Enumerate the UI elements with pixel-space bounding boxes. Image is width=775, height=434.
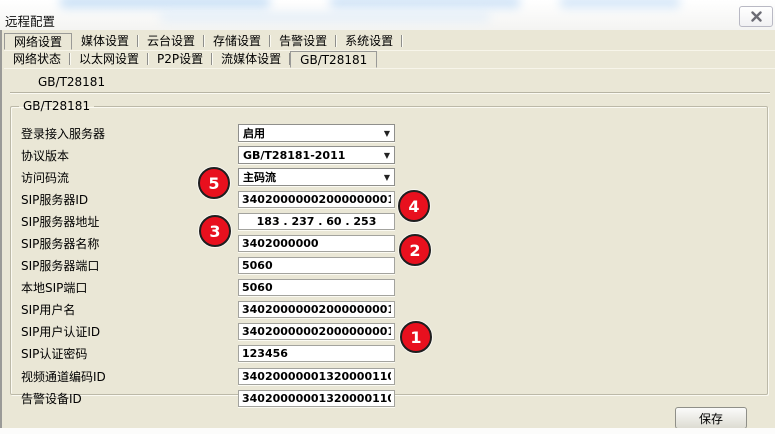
field-label: 告警设备ID: [11, 390, 238, 407]
sip-server-name-input[interactable]: [238, 235, 395, 252]
annotation-badge-2: 2: [399, 234, 431, 266]
select-value: 启用: [239, 125, 265, 141]
form-row-sip-auth-password: SIP认证密码: [11, 343, 767, 365]
groupbox-legend: GB/T28181: [19, 99, 94, 113]
local-sip-port-input[interactable]: [238, 279, 395, 296]
separator-line: [10, 92, 770, 94]
tab-alarm-settings[interactable]: 告警设置: [270, 33, 336, 50]
tab-system-settings[interactable]: 系统设置: [336, 33, 402, 50]
annotation-badge-5: 5: [198, 167, 230, 199]
alarm-device-id-input[interactable]: [238, 390, 395, 407]
form-row-sip-user-auth-id: SIP用户认证ID: [11, 321, 767, 343]
secondary-tab-bar: 网络状态 以太网设置 P2P设置 流媒体设置 GB/T28181: [4, 51, 775, 69]
blurred-background-artifact: [60, 0, 270, 8]
form-row-local-sip-port: 本地SIP端口: [11, 277, 767, 299]
form-row-video-channel-id: 视频通道编码ID: [11, 365, 767, 387]
window-bottom-edge: [0, 428, 775, 434]
tab-network-status[interactable]: 网络状态: [4, 51, 70, 68]
form-row-sip-username: SIP用户名: [11, 299, 767, 321]
sip-server-address-input[interactable]: [238, 213, 395, 230]
sip-server-id-input[interactable]: [238, 191, 395, 208]
dialog-title: 远程配置: [5, 11, 55, 30]
close-button[interactable]: [739, 6, 773, 27]
form-row-sip-server-name: SIP服务器名称: [11, 232, 767, 254]
form-row-protocol-version: 协议版本 GB/T28181-2011 ▼: [11, 144, 767, 166]
page-subheader: GB/T28181: [38, 75, 105, 89]
sip-user-auth-id-input[interactable]: [238, 323, 395, 340]
tab-streaming-media-settings[interactable]: 流媒体设置: [212, 51, 290, 68]
form-row-sip-server-port: SIP服务器端口: [11, 255, 767, 277]
access-stream-select[interactable]: 主码流 ▼: [238, 168, 395, 186]
tab-p2p-settings[interactable]: P2P设置: [148, 51, 212, 68]
remote-config-dialog: 远程配置 网络设置 媒体设置 云台设置 存储设置 告警设置 系统设置 网络状态 …: [0, 0, 775, 434]
form-row-sip-server-address: SIP服务器地址: [11, 210, 767, 232]
tab-gbt28181[interactable]: GB/T28181: [290, 51, 377, 68]
dialog-content: 网络设置 媒体设置 云台设置 存储设置 告警设置 系统设置 网络状态 以太网设置…: [0, 30, 775, 428]
login-access-server-select[interactable]: 启用 ▼: [238, 124, 395, 142]
form-rows: 登录接入服务器 启用 ▼ 协议版本 GB/T28181-2011 ▼ 访问码流: [11, 122, 767, 409]
sip-server-port-input[interactable]: [238, 257, 395, 274]
field-label: 登录接入服务器: [11, 125, 238, 142]
form-row-login-access-server: 登录接入服务器 启用 ▼: [11, 122, 767, 144]
sip-username-input[interactable]: [238, 301, 395, 318]
video-channel-id-input[interactable]: [238, 368, 395, 385]
tab-media-settings[interactable]: 媒体设置: [72, 33, 138, 50]
tab-network-settings[interactable]: 网络设置: [4, 33, 72, 50]
save-button[interactable]: 保存: [675, 407, 747, 429]
tab-storage-settings[interactable]: 存储设置: [204, 33, 270, 50]
blurred-background-artifact: [160, 12, 490, 22]
chevron-down-icon: ▼: [384, 151, 390, 160]
chevron-down-icon: ▼: [384, 173, 390, 182]
form-row-access-stream: 访问码流 主码流 ▼: [11, 166, 767, 188]
titlebar: 远程配置: [0, 0, 775, 30]
form-row-sip-server-id: SIP服务器ID: [11, 188, 767, 210]
annotation-badge-4: 4: [398, 190, 430, 222]
select-value: 主码流: [239, 169, 276, 185]
gbt28181-groupbox: GB/T28181 登录接入服务器 启用 ▼ 协议版本 GB/T28181-20…: [10, 99, 768, 395]
primary-tab-bar: 网络设置 媒体设置 云台设置 存储设置 告警设置 系统设置: [4, 33, 775, 51]
sip-auth-password-input[interactable]: [238, 345, 395, 362]
blurred-background-artifact: [330, 0, 520, 8]
field-label: SIP认证密码: [11, 345, 238, 362]
field-label: 视频通道编码ID: [11, 368, 238, 385]
chevron-down-icon: ▼: [384, 129, 390, 138]
annotation-badge-3: 3: [199, 215, 231, 247]
field-label: 本地SIP端口: [11, 279, 238, 296]
protocol-version-select[interactable]: GB/T28181-2011 ▼: [238, 146, 395, 164]
select-value: GB/T28181-2011: [239, 149, 345, 162]
tab-ptz-settings[interactable]: 云台设置: [138, 33, 204, 50]
tab-ethernet-settings[interactable]: 以太网设置: [70, 51, 148, 68]
field-label: SIP服务器端口: [11, 257, 238, 274]
blurred-background-artifact: [560, 0, 680, 8]
field-label: SIP用户名: [11, 301, 238, 318]
field-label: SIP用户认证ID: [11, 323, 238, 340]
annotation-badge-1: 1: [400, 321, 432, 353]
close-icon: [751, 11, 762, 22]
field-label: 协议版本: [11, 147, 238, 164]
form-row-alarm-device-id: 告警设备ID: [11, 387, 767, 409]
